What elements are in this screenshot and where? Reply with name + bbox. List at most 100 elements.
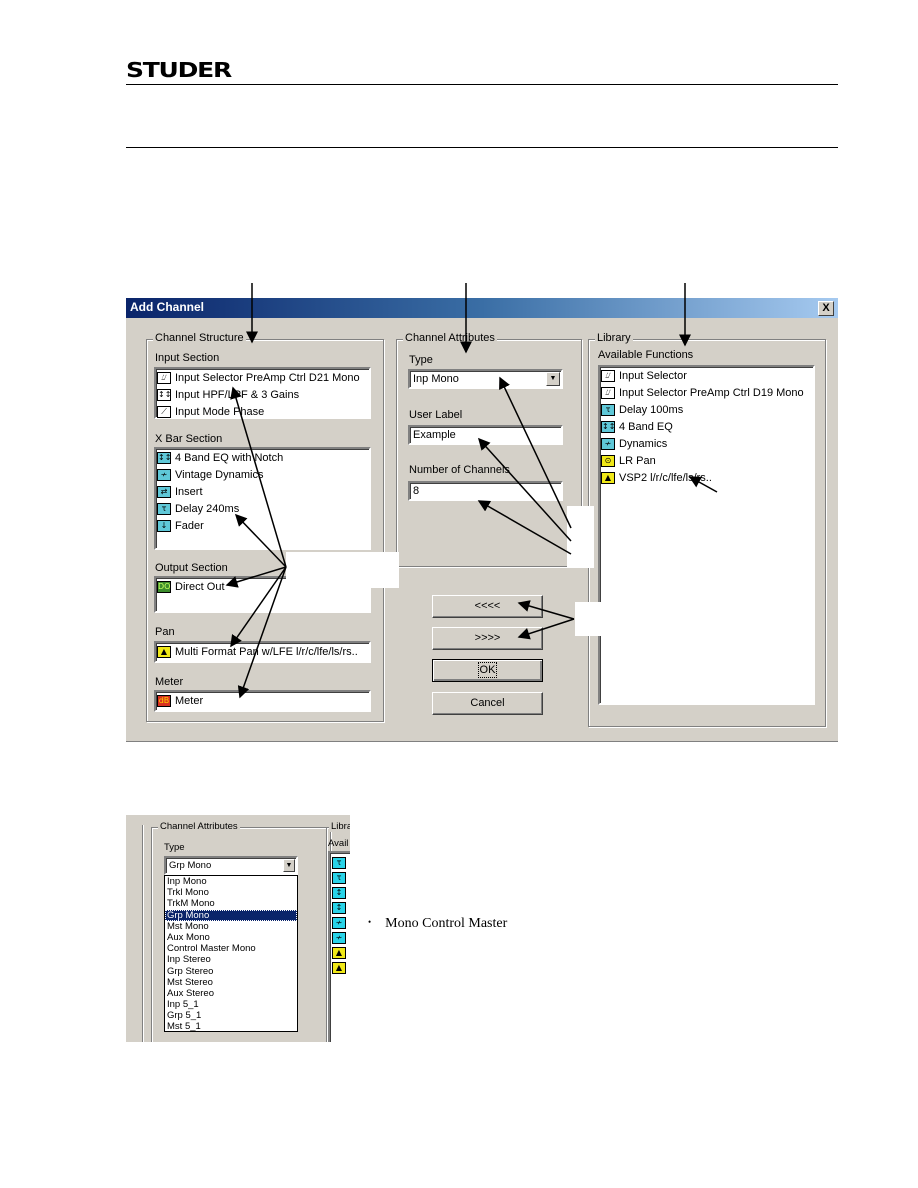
delay-icon: τ — [332, 856, 346, 869]
fader-icon: ↓ — [157, 519, 171, 532]
dynamics-icon: ≁ — [601, 437, 615, 450]
cancel-button[interactable]: Cancel — [432, 692, 543, 715]
xbar-section-list[interactable]: ↕↕ 4 Band EQ with Notch ≁ Vintage Dynamics… — [154, 447, 371, 550]
input-selector-icon: ⌰ — [601, 369, 615, 382]
eq-icon: ↕ — [332, 886, 346, 899]
pan-value: Multi Format Pan w/LFE l/r/c/lfe/ls/rs.. — [175, 645, 358, 658]
available-functions-list[interactable]: ⌰ Input Selector ⌰ Input Selector PreAmp C… — [598, 365, 815, 705]
list-item[interactable]: ⌰ Input Selector — [600, 367, 813, 384]
output-section-label: Output Section — [155, 562, 228, 574]
dropdown-option[interactable]: Mst Stereo — [165, 977, 297, 988]
bullet-icon: • — [368, 917, 372, 927]
chevron-down-icon[interactable]: ▼ — [283, 859, 295, 872]
list-item[interactable]: ⌰ Input Selector PreAmp Ctrl D21 Mono — [156, 369, 369, 386]
dropdown-option[interactable]: Aux Mono — [165, 932, 297, 943]
pan-field[interactable]: ▲ Multi Format Pan w/LFE l/r/c/lfe/ls/rs.… — [154, 641, 371, 663]
dynamics-icon: ≁ — [332, 916, 346, 929]
meter-field[interactable]: dB Meter — [154, 690, 371, 712]
eq-icon: ↕↕ — [157, 451, 172, 464]
library-legend: Library — [595, 332, 633, 344]
type-select[interactable]: Grp Mono ▼ — [164, 856, 298, 875]
available-functions-list-fragment[interactable]: τ τ ↕ ↕ ≁ ≁ ▲ ▲ — [328, 851, 350, 1042]
pan-label: Pan — [155, 626, 175, 638]
list-item[interactable]: ⊙ LR Pan — [600, 452, 813, 469]
input-selector-icon: ⌰ — [157, 371, 171, 384]
list-item[interactable]: ↕↕ Input HPF/LPF & 3 Gains — [156, 386, 369, 403]
add-function-button[interactable]: >>>> — [432, 627, 543, 650]
dialog-titlebar: Add Channel X — [126, 298, 838, 318]
meter-value: Meter — [175, 694, 204, 707]
num-channels-input[interactable]: 8 — [408, 481, 563, 501]
dropdown-option[interactable]: Mst 5_1 — [165, 1021, 297, 1032]
meter-label: Meter — [155, 676, 184, 688]
xbar-section-label: X Bar Section — [155, 433, 223, 445]
filter-gain-icon: ↕↕ — [157, 388, 172, 401]
list-item[interactable]: τ Delay 100ms — [600, 401, 813, 418]
eq-icon: ↕ — [332, 901, 346, 914]
dropdown-option[interactable]: Inp 5_1 — [165, 999, 297, 1010]
studer-logo: STUDER — [126, 58, 232, 82]
channel-attributes-legend: Channel Attributes — [403, 332, 497, 344]
dropdown-option-selected[interactable]: Grp Mono — [165, 909, 297, 921]
delay-icon: τ — [332, 871, 346, 884]
type-select[interactable]: Inp Mono ▼ — [408, 369, 563, 389]
delay-icon: τ — [601, 403, 615, 416]
pan-icon: ▲ — [601, 471, 615, 484]
type-dropdown-screenshot: Channel Attributes Type Grp Mono ▼ Inp M… — [126, 815, 350, 1042]
list-item[interactable]: ↓ Fader — [156, 517, 369, 534]
dropdown-option[interactable]: Inp Mono — [165, 876, 297, 887]
ok-button[interactable]: OK — [432, 659, 543, 682]
header-rule-top — [126, 84, 838, 85]
dropdown-option[interactable]: TrkM Mono — [165, 898, 297, 909]
dynamics-icon: ≁ — [332, 931, 346, 944]
list-item[interactable]: ≁ Dynamics — [600, 435, 813, 452]
dropdown-option[interactable]: Control Master Mono — [165, 943, 297, 954]
list-item[interactable]: ↕↕ 4 Band EQ — [600, 418, 813, 435]
direct-out-icon: DO — [157, 580, 171, 593]
insert-icon: ⇄ — [157, 485, 171, 498]
dropdown-option[interactable]: Grp 5_1 — [165, 1010, 297, 1021]
dropdown-option[interactable]: Inp Stereo — [165, 954, 297, 965]
type-value: Inp Mono — [413, 373, 459, 385]
pan-icon: ▲ — [157, 645, 171, 658]
remove-function-button[interactable]: <<<< — [432, 595, 543, 618]
delay-icon: τ — [157, 502, 171, 515]
callout-box-attributes — [567, 506, 594, 568]
callout-box-buttons — [575, 602, 602, 636]
close-icon: X — [822, 302, 830, 314]
dropdown-option[interactable]: Aux Stereo — [165, 988, 297, 999]
list-item[interactable]: ⇄ Insert — [156, 483, 369, 500]
input-section-list[interactable]: ⌰ Input Selector PreAmp Ctrl D21 Mono ↕↕ I… — [154, 367, 371, 419]
list-item[interactable]: ⌰ Input Selector PreAmp Ctrl D19 Mono — [600, 384, 813, 401]
list-item[interactable]: τ Delay 240ms — [156, 500, 369, 517]
type-label: Type — [409, 354, 433, 366]
dialog-title: Add Channel — [130, 300, 204, 314]
type-dropdown-list[interactable]: Inp Mono Trkl Mono TrkM Mono Grp Mono Ms… — [164, 875, 298, 1032]
dynamics-icon: ≁ — [157, 468, 171, 481]
add-channel-dialog: Add Channel X Channel Structure Input Se… — [126, 298, 838, 742]
channel-structure-legend: Channel Structure — [153, 332, 246, 344]
available-functions-label: Available Functions — [598, 349, 694, 361]
input-section-label: Input Section — [155, 352, 220, 364]
pan-icon: ▲ — [332, 961, 346, 974]
meter-icon: dB — [157, 694, 171, 707]
eq-icon: ↕↕ — [601, 420, 616, 433]
dropdown-option[interactable]: Mst Mono — [165, 921, 297, 932]
header-rule-bottom — [126, 147, 838, 148]
num-channels-label: Number of Channels — [409, 464, 510, 476]
input-selector-icon: ⌰ — [601, 386, 615, 399]
dropdown-option[interactable]: Grp Stereo — [165, 966, 297, 977]
chevron-down-icon[interactable]: ▼ — [546, 372, 560, 386]
list-item[interactable]: ↕↕ 4 Band EQ with Notch — [156, 449, 369, 466]
dropdown-option[interactable]: Trkl Mono — [165, 887, 297, 898]
list-item[interactable]: ≁ Vintage Dynamics — [156, 466, 369, 483]
user-label-label: User Label — [409, 409, 463, 421]
type-label: Type — [164, 842, 185, 853]
list-item[interactable]: ▲ VSP2 l/r/c/lfe/ls/rs.. — [600, 469, 813, 486]
close-button[interactable]: X — [818, 301, 834, 316]
phase-icon: ⟋ — [157, 405, 171, 418]
user-label-input[interactable]: Example — [408, 425, 563, 445]
callout-box-structure — [286, 552, 399, 588]
list-item[interactable]: ⟋ Input Mode Phase — [156, 403, 369, 420]
bullet-item: • Mono Control Master — [368, 916, 508, 931]
